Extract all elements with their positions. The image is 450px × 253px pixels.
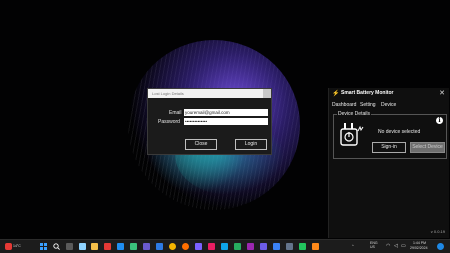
teams-icon[interactable] xyxy=(143,243,150,250)
visual-studio-icon[interactable] xyxy=(260,243,267,250)
edge-icon[interactable] xyxy=(117,243,124,250)
notification-icon[interactable] xyxy=(437,243,444,250)
app-pink-icon[interactable] xyxy=(208,243,215,250)
close-icon[interactable]: ✕ xyxy=(439,89,445,97)
app-logo-icon: ⚡ xyxy=(332,91,340,97)
close-button[interactable]: Close xyxy=(185,139,217,150)
task-view-icon[interactable] xyxy=(66,243,73,250)
app-green-icon[interactable] xyxy=(130,243,137,250)
login-dialog-titlebar: Lost Login Details xyxy=(148,89,271,98)
outlook-icon[interactable] xyxy=(156,243,163,250)
device-details-label: Device Details xyxy=(337,111,371,117)
email-label: Email xyxy=(169,110,182,116)
app-blue-icon[interactable] xyxy=(221,243,228,250)
clock-date[interactable]: 29/02/2024 xyxy=(410,246,428,250)
menu-device[interactable]: Device xyxy=(381,102,396,108)
taskbar: 14°C ^ ENG US ◠ ◁ ▭ 1:44 PM 29/02/2024 xyxy=(0,239,450,253)
battery-monitor-taskbar-icon[interactable] xyxy=(312,243,319,250)
app-purple-icon[interactable] xyxy=(195,243,202,250)
file-explorer-icon[interactable] xyxy=(91,243,98,250)
battery-icon[interactable]: ▭ xyxy=(401,243,406,249)
app-title: Smart Battery Monitor xyxy=(341,90,394,96)
search-icon[interactable] xyxy=(53,243,60,250)
email-field[interactable] xyxy=(184,109,268,116)
firefox-icon[interactable] xyxy=(182,243,189,250)
clock-time[interactable]: 1:44 PM xyxy=(413,241,426,245)
chrome-icon[interactable] xyxy=(169,243,176,250)
volume-icon[interactable]: ◁ xyxy=(394,243,398,249)
login-button[interactable]: Login xyxy=(235,139,267,150)
app-teal-icon[interactable] xyxy=(299,243,306,250)
select-device-button[interactable]: Select Device xyxy=(410,142,445,153)
device-plug-icon xyxy=(340,123,364,146)
tray-chevron-icon[interactable]: ^ xyxy=(352,244,354,248)
device-details-group: Device Details i No device selected Sign… xyxy=(333,111,447,159)
device-status-text: No device selected xyxy=(378,129,421,135)
weather-icon[interactable] xyxy=(5,243,12,250)
app-grey-icon[interactable] xyxy=(286,243,293,250)
app-vscode-icon[interactable] xyxy=(273,243,280,250)
info-icon[interactable]: i xyxy=(436,117,443,124)
menu-setting[interactable]: Setting xyxy=(360,102,376,108)
battery-monitor-titlebar: ⚡ Smart Battery Monitor ✕ xyxy=(329,88,450,99)
login-dialog: Lost Login Details Email Password ••••••… xyxy=(147,88,272,155)
wifi-icon[interactable]: ◠ xyxy=(386,243,390,249)
windows-start-icon[interactable] xyxy=(40,243,47,250)
version-label: v 0.0.19 xyxy=(430,229,445,234)
language-indicator[interactable]: ENG US xyxy=(370,241,378,249)
widgets-icon[interactable] xyxy=(79,243,86,250)
signin-button[interactable]: Sign-in xyxy=(372,142,406,153)
login-dialog-close-icon[interactable] xyxy=(263,89,271,98)
login-dialog-title: Lost Login Details xyxy=(152,91,184,96)
app-excel-icon[interactable] xyxy=(234,243,241,250)
battery-monitor-window: ⚡ Smart Battery Monitor ✕ Dashboard Sett… xyxy=(328,88,449,238)
app-violet-icon[interactable] xyxy=(247,243,254,250)
password-field[interactable]: •••••••••••••• xyxy=(184,118,268,125)
menu-dashboard[interactable]: Dashboard xyxy=(332,102,356,108)
app-red-icon[interactable] xyxy=(104,243,111,250)
password-label: Password xyxy=(158,119,180,125)
weather-temp: 14°C xyxy=(13,244,21,248)
